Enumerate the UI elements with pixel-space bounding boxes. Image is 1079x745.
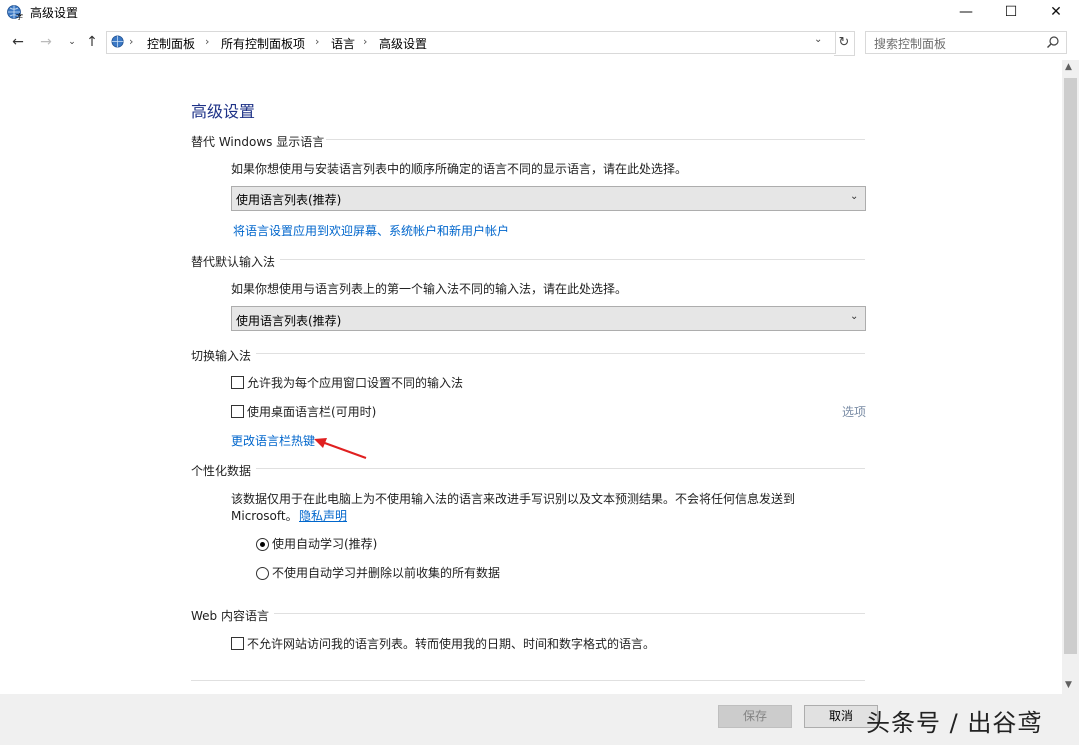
personalization-description-cont: Microsoft。 — [231, 509, 298, 523]
breadcrumb-separator[interactable]: › — [205, 35, 209, 48]
scrollbar-thumb[interactable] — [1064, 78, 1077, 654]
refresh-icon[interactable]: ↻ — [834, 31, 855, 56]
minimize-button[interactable]: — — [943, 0, 989, 26]
per-app-input-label[interactable]: 允许我为每个应用窗口设置不同的输入法 — [247, 374, 463, 391]
display-language-description: 如果你想使用与安装语言列表中的顺序所确定的语言不同的显示语言，请在此处选择。 — [231, 162, 688, 176]
recent-locations-chevron-icon[interactable]: ⌄ — [62, 32, 82, 52]
section-divider — [326, 139, 865, 140]
breadcrumb-control-panel[interactable]: 控制面板 — [147, 35, 195, 52]
scroll-down-arrow-icon[interactable]: ▼ — [1065, 680, 1072, 690]
language-app-icon: 字 — [7, 5, 23, 21]
section-heading-switch-input: 切换输入法 — [191, 349, 252, 363]
svg-text:字: 字 — [16, 12, 23, 21]
up-arrow-icon[interactable]: ↑ — [82, 32, 102, 52]
forward-arrow-icon[interactable]: → — [36, 32, 56, 52]
breadcrumb-all-items[interactable]: 所有控制面板项 — [221, 35, 305, 52]
section-heading-default-input: 替代默认输入法 — [191, 255, 276, 269]
per-app-input-checkbox[interactable] — [231, 376, 244, 389]
no-auto-learning-radio[interactable] — [256, 567, 269, 580]
section-divider — [274, 613, 865, 614]
apply-welcome-screen-link[interactable]: 将语言设置应用到欢迎屏幕、系统帐户和新用户帐户 — [233, 222, 509, 239]
watermark-text: 头条号 / 出谷鸢 — [866, 709, 1043, 737]
address-dropdown-chevron-icon[interactable]: ⌄ — [814, 34, 822, 45]
breadcrumb-separator[interactable]: › — [363, 35, 367, 48]
maximize-button[interactable]: ☐ — [988, 0, 1034, 26]
default-input-description: 如果你想使用与语言列表上的第一个输入法不同的输入法，请在此处选择。 — [231, 282, 628, 296]
no-auto-learning-label[interactable]: 不使用自动学习并删除以前收集的所有数据 — [272, 564, 500, 581]
change-language-bar-hotkeys-link[interactable]: 更改语言栏热键 — [231, 432, 315, 449]
section-heading-display-language: 替代 Windows 显示语言 — [191, 135, 325, 149]
title-bar — [0, 0, 1079, 26]
default-input-selected-value: 使用语言列表(推荐) — [236, 314, 342, 328]
red-annotation-arrow — [314, 438, 367, 459]
control-panel-icon — [111, 35, 124, 48]
breadcrumb-language[interactable]: 语言 — [331, 35, 355, 52]
back-arrow-icon[interactable]: ← — [8, 32, 28, 52]
personalization-description: 该数据仅用于在此电脑上为不使用输入法的语言来改进手写识别以及文本预测结果。不会将… — [231, 492, 796, 506]
web-content-language-checkbox[interactable] — [231, 637, 244, 650]
window-title: 高级设置 — [30, 6, 79, 20]
address-bar[interactable] — [106, 31, 836, 54]
breadcrumb-advanced-settings[interactable]: 高级设置 — [379, 35, 427, 52]
section-heading-web-content: Web 内容语言 — [191, 609, 269, 623]
close-button[interactable]: ✕ — [1033, 0, 1079, 26]
page-title: 高级设置 — [191, 102, 256, 121]
web-content-language-label[interactable]: 不允许网站访问我的语言列表。转而使用我的日期、时间和数字格式的语言。 — [247, 635, 655, 652]
language-bar-options-link[interactable]: 选项 — [842, 403, 866, 420]
section-divider — [256, 353, 865, 354]
breadcrumb-separator: › — [129, 35, 134, 48]
breadcrumb-separator[interactable]: › — [315, 35, 319, 48]
chevron-down-icon: ⌄ — [850, 311, 859, 322]
save-button[interactable]: 保存 — [718, 705, 792, 728]
section-divider — [280, 259, 865, 260]
section-divider — [256, 468, 865, 469]
desktop-language-bar-checkbox[interactable] — [231, 405, 244, 418]
privacy-statement-link[interactable]: 隐私声明 — [299, 507, 347, 524]
auto-learning-label[interactable]: 使用自动学习(推荐) — [272, 535, 377, 552]
desktop-language-bar-label[interactable]: 使用桌面语言栏(可用时) — [247, 403, 376, 420]
auto-learning-radio[interactable] — [256, 538, 269, 551]
search-icon[interactable] — [1046, 35, 1060, 49]
content-bottom-divider — [191, 680, 865, 681]
chevron-down-icon: ⌄ — [850, 191, 859, 202]
search-input[interactable]: 搜索控制面板 — [874, 35, 946, 52]
display-language-selected-value: 使用语言列表(推荐) — [236, 193, 342, 207]
section-heading-personalization: 个性化数据 — [191, 464, 252, 478]
scroll-up-arrow-icon[interactable]: ▲ — [1065, 62, 1072, 72]
